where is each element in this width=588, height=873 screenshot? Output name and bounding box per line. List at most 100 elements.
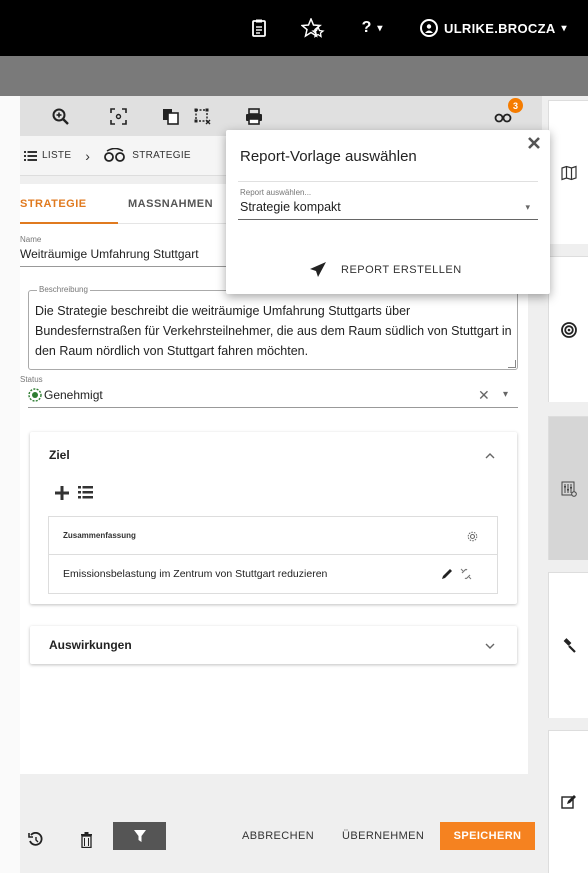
list-icon bbox=[78, 486, 93, 499]
help-menu[interactable]: ? ▾ bbox=[346, 14, 398, 42]
cancel-button[interactable]: ABBRECHEN bbox=[242, 830, 314, 842]
table-row[interactable]: Emissionsbelastung im Zentrum von Stuttg… bbox=[49, 555, 497, 594]
table-header-zusammenfassung: Zusammenfassung bbox=[63, 531, 136, 540]
description-label: Beschreibung bbox=[37, 285, 90, 294]
fit-screen-button[interactable] bbox=[106, 104, 130, 128]
chevron-down-icon: ▾ bbox=[525, 202, 530, 212]
sidebar-item-target[interactable] bbox=[548, 256, 588, 402]
top-bar: ? ▾ ULRIKE.BROCZA ▾ bbox=[0, 0, 588, 56]
chevron-down-icon[interactable] bbox=[485, 641, 495, 653]
name-underline bbox=[20, 266, 240, 267]
breadcrumb-list[interactable]: LISTE bbox=[24, 150, 71, 161]
filter-icon bbox=[133, 830, 146, 842]
dialog-title: Report-Vorlage auswählen bbox=[240, 148, 417, 165]
chevron-up-icon[interactable] bbox=[485, 450, 495, 462]
notification-button[interactable]: 3 bbox=[492, 98, 523, 128]
sidebar-item-map[interactable] bbox=[548, 100, 588, 244]
add-ziel-button[interactable] bbox=[55, 486, 69, 505]
auswirkungen-title: Auswirkungen bbox=[49, 638, 132, 652]
apply-button[interactable]: ÜBERNEHMEN bbox=[342, 830, 424, 842]
star-icon bbox=[301, 18, 325, 38]
notification-badge: 3 bbox=[508, 98, 523, 113]
sidebar-item-equalizer[interactable] bbox=[548, 416, 588, 560]
breadcrumb-current: STRATEGIE bbox=[104, 147, 191, 164]
map-icon bbox=[560, 165, 577, 180]
status-label: Status bbox=[20, 375, 43, 384]
report-template-dialog: Report-Vorlage auswählen Report auswähle… bbox=[226, 130, 550, 294]
left-strip bbox=[0, 96, 20, 873]
status-underline bbox=[28, 407, 518, 408]
description-text: Die Strategie beschreibt die weiträumige… bbox=[35, 304, 512, 358]
print-icon bbox=[246, 107, 262, 125]
ziel-title[interactable]: Ziel bbox=[49, 448, 70, 462]
save-button[interactable]: SPEICHERN bbox=[440, 822, 535, 850]
close-icon bbox=[528, 137, 540, 149]
history-button[interactable] bbox=[28, 831, 43, 852]
create-report-button[interactable]: REPORT ERSTELLEN bbox=[310, 262, 462, 277]
copy-icon bbox=[162, 108, 179, 125]
close-button[interactable] bbox=[528, 136, 540, 154]
list-view-button[interactable] bbox=[78, 486, 93, 504]
breadcrumb-separator: › bbox=[85, 147, 91, 164]
ziel-table-header: Zusammenfassung bbox=[49, 517, 497, 555]
zoom-in-icon bbox=[52, 108, 69, 125]
help-icon: ? bbox=[361, 19, 372, 36]
report-select-value: Strategie kompakt bbox=[240, 200, 341, 214]
ziel-card: Ziel Zusammenfassung Emissionsbelastung … bbox=[30, 432, 517, 604]
status-select[interactable]: Genehmigt ✕ ▾ bbox=[20, 385, 518, 408]
favorites-button[interactable] bbox=[296, 14, 330, 42]
dialog-divider bbox=[238, 181, 538, 182]
sidebar-item-edit[interactable] bbox=[548, 730, 588, 873]
description-field[interactable]: Beschreibung Die Strategie beschreibt di… bbox=[28, 285, 518, 370]
select-area-button[interactable] bbox=[190, 104, 214, 128]
report-select-label: Report auswählen... bbox=[240, 188, 312, 197]
user-name: ULRIKE.BROCZA bbox=[444, 20, 556, 36]
report-select-underline bbox=[238, 219, 538, 220]
breadcrumb-list-label: LISTE bbox=[42, 150, 72, 161]
settings-button[interactable] bbox=[467, 529, 478, 547]
clipboard-button[interactable] bbox=[244, 14, 274, 42]
pencil-icon bbox=[442, 569, 452, 579]
equalizer-icon bbox=[561, 481, 577, 497]
tab-strategie[interactable]: STRATEGIE bbox=[20, 198, 87, 210]
trash-icon bbox=[81, 832, 92, 849]
breadcrumb-current-label: STRATEGIE bbox=[132, 150, 191, 161]
user-avatar-icon bbox=[420, 19, 438, 37]
edit-row-button[interactable] bbox=[441, 567, 453, 585]
edit-icon bbox=[560, 795, 576, 809]
tab-massnahmen[interactable]: MASSNAHMEN bbox=[128, 198, 213, 210]
clear-icon[interactable]: ✕ bbox=[478, 387, 490, 404]
user-menu[interactable]: ULRIKE.BROCZA ▾ bbox=[420, 14, 567, 42]
sub-header-bar bbox=[0, 56, 588, 96]
name-field[interactable]: Weiträumige Umfahrung Stuttgart bbox=[20, 247, 199, 261]
fit-screen-icon bbox=[109, 107, 127, 125]
filter-button[interactable] bbox=[113, 822, 166, 850]
ziel-table: Zusammenfassung Emissionsbelastung im Ze… bbox=[48, 516, 498, 594]
target-icon bbox=[560, 321, 577, 338]
zoom-in-button[interactable] bbox=[48, 104, 72, 128]
delete-button[interactable] bbox=[80, 832, 93, 853]
strategy-icon bbox=[104, 147, 126, 162]
copy-button[interactable] bbox=[158, 104, 182, 128]
resize-handle[interactable] bbox=[508, 360, 516, 368]
print-button[interactable] bbox=[242, 104, 266, 128]
chevron-down-icon[interactable]: ▾ bbox=[503, 389, 508, 400]
active-tab-indicator bbox=[20, 222, 118, 224]
sidebar-item-gavel[interactable] bbox=[548, 572, 588, 718]
clipboard-icon bbox=[252, 19, 266, 37]
gavel-icon bbox=[563, 637, 576, 653]
auswirkungen-card[interactable]: Auswirkungen bbox=[30, 626, 517, 664]
list-icon bbox=[24, 150, 37, 161]
send-icon bbox=[310, 262, 326, 277]
create-report-label: REPORT ERSTELLEN bbox=[341, 263, 462, 276]
unlink-row-button[interactable] bbox=[460, 567, 472, 585]
chevron-down-icon: ▾ bbox=[377, 22, 383, 34]
ziel-row-text: Emissionsbelastung im Zentrum von Stuttg… bbox=[63, 568, 328, 580]
select-area-icon bbox=[194, 108, 210, 124]
gear-icon bbox=[467, 531, 478, 542]
history-icon bbox=[28, 831, 43, 846]
status-approved-icon bbox=[28, 388, 42, 407]
chevron-down-icon: ▾ bbox=[561, 22, 567, 34]
unlink-icon bbox=[460, 568, 472, 580]
status-value: Genehmigt bbox=[44, 388, 103, 402]
